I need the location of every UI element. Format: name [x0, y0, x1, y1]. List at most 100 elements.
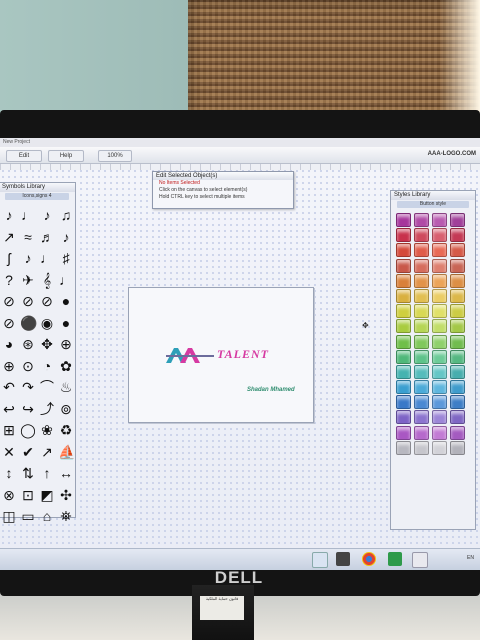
style-swatch[interactable]	[450, 349, 465, 364]
symbol-item[interactable]: ✣	[58, 485, 74, 507]
symbol-item[interactable]: ⊗	[1, 485, 17, 507]
symbol-item[interactable]: ●	[58, 313, 74, 335]
style-swatch[interactable]	[450, 425, 465, 440]
style-swatch[interactable]	[450, 380, 465, 395]
style-swatch[interactable]	[396, 334, 411, 349]
style-swatch[interactable]	[450, 243, 465, 258]
style-swatch[interactable]	[396, 410, 411, 425]
style-swatch[interactable]	[414, 304, 429, 319]
style-swatch[interactable]	[432, 410, 447, 425]
symbol-item[interactable]: ↷	[20, 377, 36, 399]
style-swatch[interactable]	[432, 349, 447, 364]
symbol-item[interactable]: ▭	[20, 506, 36, 528]
style-swatch[interactable]	[396, 425, 411, 440]
style-swatch[interactable]	[432, 243, 447, 258]
symbol-item[interactable]: ♪	[20, 248, 36, 270]
style-swatch[interactable]	[396, 228, 411, 243]
zoom-select[interactable]: 100%	[98, 150, 132, 162]
style-swatch[interactable]	[414, 364, 429, 379]
chrome-icon[interactable]	[362, 552, 376, 566]
style-swatch[interactable]	[414, 410, 429, 425]
symbol-item[interactable]: ✕	[1, 442, 17, 464]
symbol-item[interactable]: ⊘	[20, 291, 36, 313]
symbol-item[interactable]: ↪	[20, 399, 36, 421]
symbol-item[interactable]: ⊘	[1, 313, 17, 335]
symbol-item[interactable]: ⊕	[58, 334, 74, 356]
symbol-item[interactable]: ✿	[58, 356, 74, 378]
style-swatch[interactable]	[396, 319, 411, 334]
symbol-item[interactable]: ⚫	[20, 313, 37, 335]
style-swatch[interactable]	[432, 319, 447, 334]
style-swatch[interactable]	[414, 380, 429, 395]
symbol-item[interactable]: ♩	[20, 205, 36, 227]
symbol-item[interactable]: ↶	[1, 377, 17, 399]
style-swatch[interactable]	[432, 288, 447, 303]
style-swatch[interactable]	[414, 288, 429, 303]
style-swatch[interactable]	[432, 380, 447, 395]
symbol-item[interactable]: ⊡	[20, 485, 36, 507]
style-swatch[interactable]	[396, 380, 411, 395]
style-swatch[interactable]	[432, 228, 447, 243]
symbol-item[interactable]: ⛯	[58, 506, 74, 528]
symbols-category-select[interactable]: Icons,signs 4	[5, 193, 69, 200]
symbol-item[interactable]: ♫	[58, 205, 74, 227]
style-swatch[interactable]	[396, 288, 411, 303]
style-swatch[interactable]	[432, 273, 447, 288]
symbol-item[interactable]: ↕	[1, 463, 17, 485]
style-swatch[interactable]	[396, 395, 411, 410]
styles-category-select[interactable]: Button style	[397, 201, 469, 208]
style-swatch[interactable]	[450, 395, 465, 410]
symbol-item[interactable]: 𝄞	[39, 270, 55, 292]
symbol-item[interactable]: ●	[58, 291, 74, 313]
symbol-item[interactable]: ♩	[39, 248, 55, 270]
symbol-item[interactable]: ♯	[58, 248, 74, 270]
style-swatch[interactable]	[396, 440, 411, 455]
symbol-item[interactable]: ≈	[20, 227, 36, 249]
symbol-item[interactable]: ♩	[58, 270, 74, 292]
style-swatch[interactable]	[450, 364, 465, 379]
style-swatch[interactable]	[432, 304, 447, 319]
symbol-item[interactable]: ⌂	[39, 506, 55, 528]
style-swatch[interactable]	[414, 319, 429, 334]
style-swatch[interactable]	[414, 228, 429, 243]
style-swatch[interactable]	[414, 395, 429, 410]
style-swatch[interactable]	[396, 364, 411, 379]
symbol-item[interactable]: ♬	[39, 227, 55, 249]
style-swatch[interactable]	[414, 425, 429, 440]
symbol-item[interactable]: ⛵	[58, 442, 75, 464]
style-swatch[interactable]	[432, 440, 447, 455]
symbol-item[interactable]: ↗	[1, 227, 17, 249]
symbol-item[interactable]: ⇅	[20, 463, 36, 485]
help-menu-button[interactable]: Help	[48, 150, 84, 162]
style-swatch[interactable]	[432, 395, 447, 410]
symbol-item[interactable]: ◔	[39, 356, 55, 378]
style-swatch[interactable]	[414, 258, 429, 273]
style-swatch[interactable]	[432, 364, 447, 379]
symbol-item[interactable]: ↗	[39, 442, 55, 464]
app-icon[interactable]	[388, 552, 402, 566]
style-swatch[interactable]	[450, 213, 465, 227]
style-swatch[interactable]	[414, 273, 429, 288]
symbol-item[interactable]: ❀	[39, 420, 55, 442]
style-swatch[interactable]	[450, 319, 465, 334]
style-swatch[interactable]	[396, 243, 411, 258]
style-swatch[interactable]	[450, 288, 465, 303]
edit-menu-button[interactable]: Edit	[6, 150, 42, 162]
style-swatch[interactable]	[414, 440, 429, 455]
symbol-item[interactable]: ♨	[58, 377, 74, 399]
symbol-item[interactable]: ◉	[39, 313, 55, 335]
style-swatch[interactable]	[450, 258, 465, 273]
symbol-item[interactable]: ⊙	[20, 356, 36, 378]
symbol-item[interactable]: ⊛	[20, 334, 36, 356]
symbol-item[interactable]: ⤴	[39, 399, 55, 421]
symbol-item[interactable]: ◯	[20, 420, 36, 442]
symbol-item[interactable]: ⊕	[1, 356, 17, 378]
style-swatch[interactable]	[396, 304, 411, 319]
symbol-item[interactable]: ↩	[1, 399, 17, 421]
style-swatch[interactable]	[432, 213, 447, 227]
style-swatch[interactable]	[432, 425, 447, 440]
style-swatch[interactable]	[396, 273, 411, 288]
symbol-item[interactable]: ◕	[1, 334, 17, 356]
symbol-item[interactable]: ?	[1, 270, 17, 292]
style-swatch[interactable]	[432, 258, 447, 273]
